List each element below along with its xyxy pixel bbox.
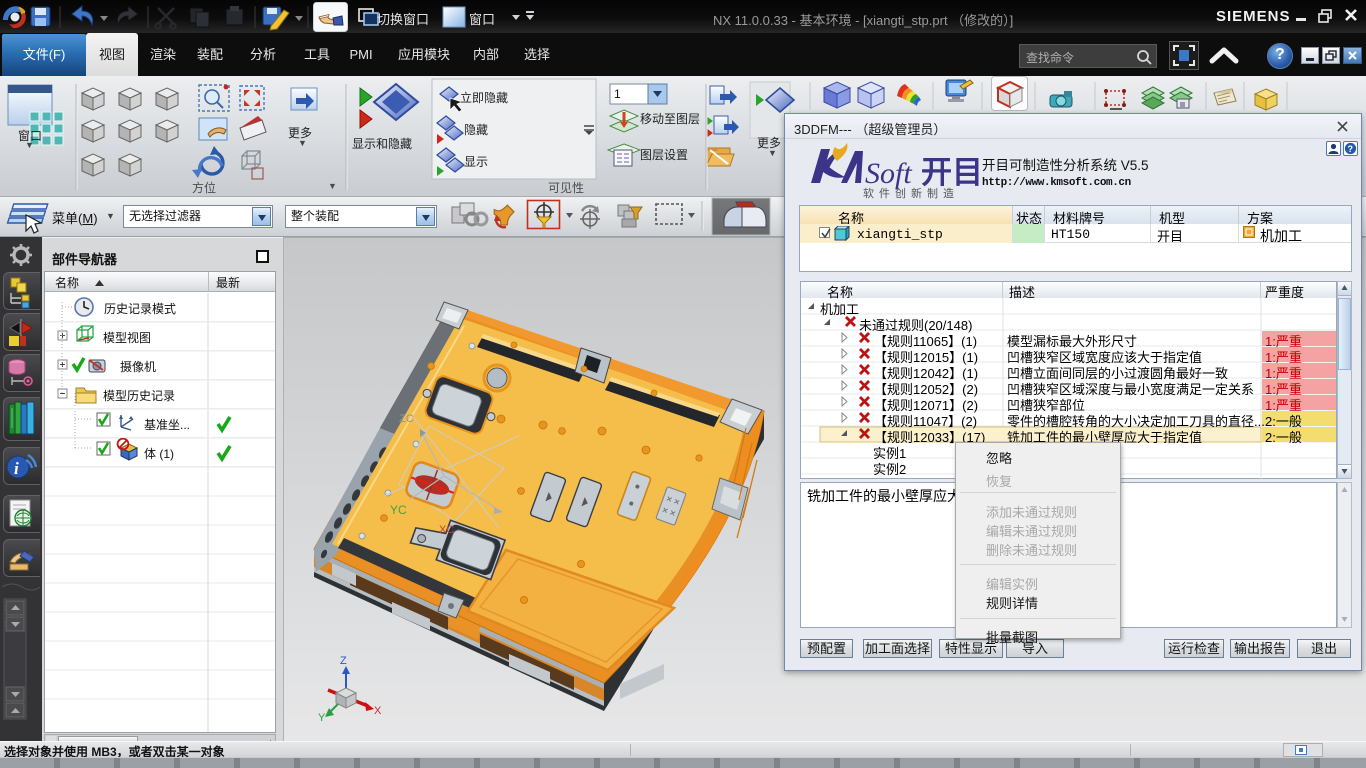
svg-text:开目: 开目 <box>921 155 983 190</box>
svg-text:?: ? <box>1348 144 1354 154</box>
svg-text:XC: XC <box>439 524 454 536</box>
svg-text:i: i <box>14 459 19 478</box>
svg-text:Z: Z <box>340 655 347 667</box>
svg-text:Soft: Soft <box>865 157 912 190</box>
svg-text:Y: Y <box>318 712 326 724</box>
svg-text:X: X <box>374 705 382 717</box>
svg-text:YC: YC <box>390 503 407 517</box>
svg-text:软件创新制造: 软件创新制造 <box>863 186 959 200</box>
svg-text:ZC: ZC <box>399 413 414 425</box>
